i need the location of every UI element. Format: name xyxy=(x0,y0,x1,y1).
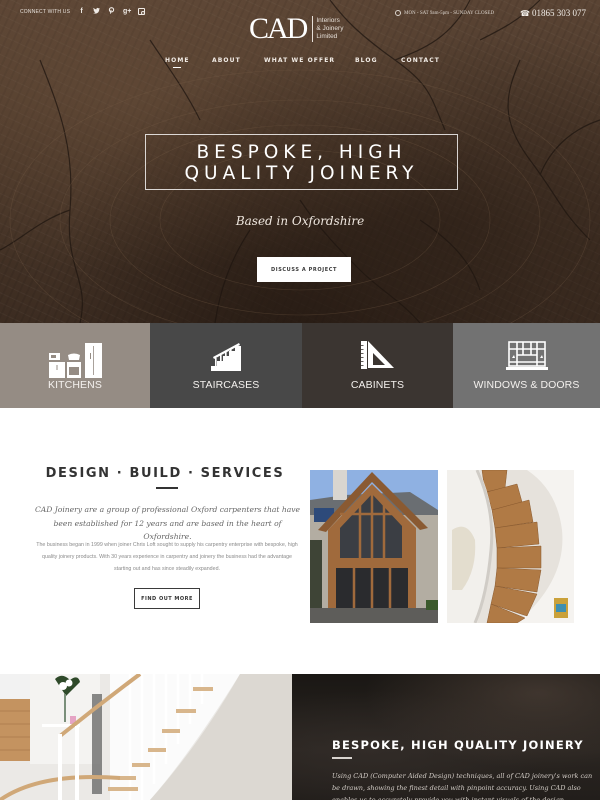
nav-about[interactable]: ABOUT xyxy=(212,57,241,64)
instagram-icon[interactable] xyxy=(138,8,145,15)
about-lead: CAD Joinery are a group of professional … xyxy=(34,505,301,541)
phone-icon: ☎ xyxy=(520,8,530,18)
logo-mark: CAD xyxy=(249,12,308,45)
logo-subtitle: Interiors & Joinery Limited xyxy=(316,17,343,41)
nav-contact[interactable]: CONTACT xyxy=(401,57,440,64)
main-nav: HOME ABOUT WHAT WE OFFER BLOG CONTACT xyxy=(0,57,600,69)
about-body: The business began in 1999 when joiner C… xyxy=(36,542,298,572)
curved-staircase-photo xyxy=(0,674,292,800)
services-tiles: KITCHENS STAIRCASES CABINETS WINDOWS & D… xyxy=(0,323,600,408)
nav-home[interactable]: HOME xyxy=(165,57,190,68)
house-extension-photo xyxy=(310,470,438,623)
opening-hours-text: MON - SAT 9am-5pm - SUNDAY CLOSED xyxy=(404,10,495,16)
pinterest-icon[interactable] xyxy=(108,7,115,17)
feature-title: BESPOKE, HIGH QUALITY JOINERY xyxy=(332,738,584,752)
logo-divider xyxy=(312,16,314,42)
tile-label: CABINETS xyxy=(350,379,405,391)
set-square-icon xyxy=(360,341,394,369)
hero-headline-line: QUALITY JOINERY xyxy=(184,163,419,184)
tile-label: STAIRCASES xyxy=(192,379,260,391)
staircase-icon xyxy=(211,343,241,371)
feature-text: Using CAD (Computer Aided Design) techni… xyxy=(332,772,593,800)
phone-number-text: 01865 303 077 xyxy=(531,8,586,18)
logo-subtitle-line: & Joinery xyxy=(316,25,344,32)
facebook-icon[interactable]: f xyxy=(78,7,85,17)
tile-staircases[interactable]: STAIRCASES xyxy=(150,323,302,408)
logo-subtitle-line: Limited xyxy=(316,33,338,40)
phone-number[interactable]: ☎ 01865 303 077 xyxy=(520,8,586,18)
twitter-icon[interactable] xyxy=(93,7,100,17)
company-logo[interactable]: CAD Interiors & Joinery Limited xyxy=(249,14,343,44)
tile-cabinets[interactable]: CABINETS xyxy=(302,323,453,408)
tile-label: WINDOWS & DOORS xyxy=(473,379,580,391)
kitchen-icon xyxy=(49,343,102,378)
opening-hours: MON - SAT 9am-5pm - SUNDAY CLOSED xyxy=(395,10,494,16)
social-links: f g+ xyxy=(78,7,145,17)
title-divider xyxy=(156,487,178,489)
hero-section: CONNECT WITH US f g+ MON - SAT 9am-5pm -… xyxy=(0,0,600,323)
window-icon xyxy=(505,341,548,370)
nav-what-we-offer[interactable]: WHAT WE OFFER xyxy=(264,57,335,64)
feature-panel: BESPOKE, HIGH QUALITY JOINERY Using CAD … xyxy=(292,674,600,800)
hero-tagline: Based in Oxfordshire xyxy=(235,214,365,228)
google-plus-icon[interactable]: g+ xyxy=(123,7,131,17)
hero-headline: BESPOKE, HIGH QUALITY JOINERY xyxy=(145,134,458,190)
logo-subtitle-line: Interiors xyxy=(316,17,340,24)
find-out-more-button[interactable]: FIND OUT MORE xyxy=(134,588,200,609)
tile-windows-doors[interactable]: WINDOWS & DOORS xyxy=(453,323,600,408)
nav-blog[interactable]: BLOG xyxy=(355,57,378,64)
connect-label: CONNECT WITH US xyxy=(20,9,71,15)
tile-label: KITCHENS xyxy=(48,379,102,391)
clock-icon xyxy=(395,10,401,16)
tile-kitchens[interactable]: KITCHENS xyxy=(0,323,150,408)
about-title: DESIGN · BUILD · SERVICES xyxy=(45,466,285,481)
feature-title-divider xyxy=(332,757,352,759)
hero-headline-line: BESPOKE, HIGH xyxy=(196,142,407,163)
spiral-staircase-photo xyxy=(447,470,574,623)
discuss-project-button[interactable]: DISCUSS A PROJECT xyxy=(257,257,351,282)
